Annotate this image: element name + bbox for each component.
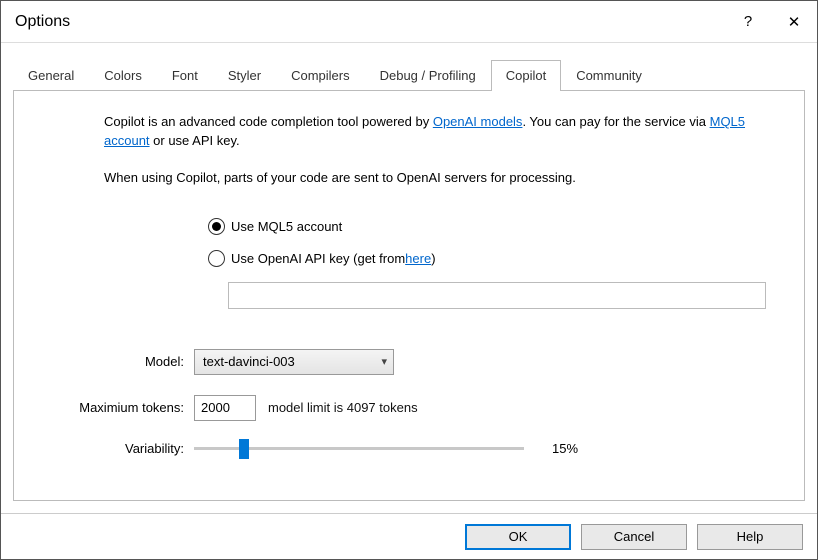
model-label: Model: (14, 354, 194, 369)
ok-button[interactable]: OK (465, 524, 571, 550)
help-button[interactable]: Help (697, 524, 803, 550)
max-tokens-label: Maximium tokens: (14, 400, 194, 415)
get-api-key-link[interactable]: here (405, 251, 431, 266)
max-tokens-value: 2000 (201, 400, 230, 415)
dialog-footer: OK Cancel Help (1, 513, 817, 559)
max-tokens-input[interactable]: 2000 (194, 395, 256, 421)
api-key-input[interactable] (228, 282, 766, 309)
tab-general[interactable]: General (13, 60, 89, 91)
chevron-down-icon: ▾ (381, 355, 387, 368)
variability-slider[interactable] (194, 447, 524, 450)
tab-bar: General Colors Font Styler Compilers Deb… (1, 43, 817, 90)
radio-icon (208, 250, 225, 267)
radio-label: Use OpenAI API key (231, 251, 350, 266)
tab-compilers[interactable]: Compilers (276, 60, 365, 91)
tab-styler[interactable]: Styler (213, 60, 276, 91)
variability-label: Variability: (14, 441, 194, 456)
window-title: Options (15, 13, 725, 31)
help-icon[interactable]: ? (725, 1, 771, 43)
desc-text: or use API key. (150, 133, 240, 148)
radio-label: Use MQL5 account (231, 219, 342, 234)
auth-options: Use MQL5 account Use OpenAI API key (get… (208, 218, 776, 267)
radio-suffix: (get from (353, 251, 405, 266)
slider-thumb[interactable] (239, 439, 249, 459)
variability-percent: 15% (552, 441, 578, 456)
radio-icon (208, 218, 225, 235)
model-select-value: text-davinci-003 (203, 354, 295, 369)
radio-use-openai-key[interactable]: Use OpenAI API key (get from here) (208, 250, 776, 267)
max-tokens-hint: model limit is 4097 tokens (268, 400, 418, 415)
desc-text: . You can pay for the service via (522, 114, 709, 129)
copilot-privacy-note: When using Copilot, parts of your code a… (104, 169, 776, 188)
close-icon[interactable]: ✕ (771, 1, 817, 43)
openai-models-link[interactable]: OpenAI models (433, 114, 523, 129)
cancel-button[interactable]: Cancel (581, 524, 687, 550)
title-bar: Options ? ✕ (1, 1, 817, 43)
desc-text: Copilot is an advanced code completion t… (104, 114, 433, 129)
copilot-description: Copilot is an advanced code completion t… (104, 113, 776, 151)
tab-colors[interactable]: Colors (89, 60, 157, 91)
tab-font[interactable]: Font (157, 60, 213, 91)
tab-copilot[interactable]: Copilot (491, 60, 561, 91)
model-select[interactable]: text-davinci-003 ▾ (194, 349, 394, 375)
tab-community[interactable]: Community (561, 60, 657, 91)
radio-suffix: ) (431, 251, 435, 266)
tab-panel-copilot: Copilot is an advanced code completion t… (13, 90, 805, 501)
tab-debug[interactable]: Debug / Profiling (365, 60, 491, 91)
radio-use-mql5[interactable]: Use MQL5 account (208, 218, 776, 235)
